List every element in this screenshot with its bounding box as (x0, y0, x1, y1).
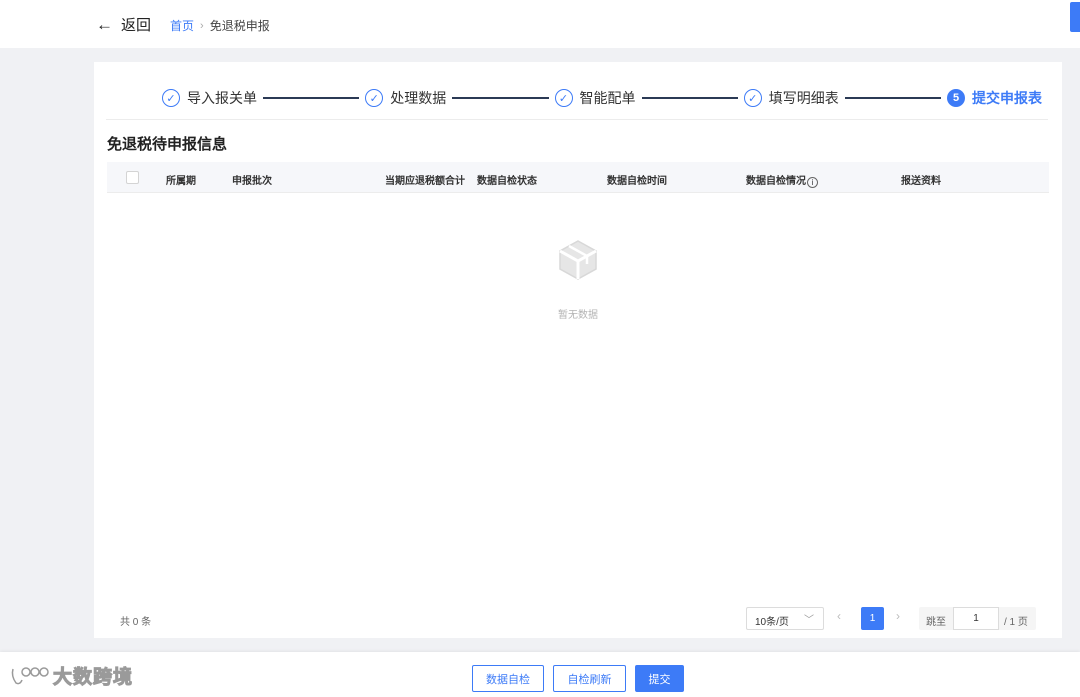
info-icon[interactable]: i (807, 177, 818, 188)
empty-text: 暂无数据 (558, 310, 598, 321)
bottom-action-bar: 大数跨境 数据自检 自检刷新 提交 (0, 652, 1080, 697)
page-number-current[interactable]: 1 (861, 607, 884, 630)
check-circle-icon: ✓ (743, 89, 762, 107)
step-label: 处理数据 (390, 90, 447, 106)
section-title: 免退税待申报信息 (107, 136, 228, 153)
column-header: 数据自检情况 (746, 176, 806, 187)
main-card: ✓ 导入报关单 ✓ 处理数据 ✓ 智能配单 ✓ 填写明细表 5 提交申报表 免退… (94, 62, 1062, 638)
divider (106, 119, 1048, 120)
step-connector (844, 97, 941, 99)
breadcrumb-current: 免退税申报 (209, 19, 270, 33)
jump-to-page: 跳至 1 / 1 页 (919, 607, 1036, 630)
back-label: 返回 (121, 17, 152, 34)
column-header: 报送资料 (901, 176, 941, 187)
step-label: 填写明细表 (768, 90, 839, 106)
column-header: 当期应退税额合计 (385, 176, 465, 187)
jump-page-input[interactable]: 1 (953, 607, 999, 630)
step-label: 导入报关单 (187, 90, 257, 106)
jump-label: 跳至 (926, 617, 946, 628)
column-header: 申报批次 (232, 176, 272, 187)
table-header: 所属期 申报批次 当期应退税额合计 数据自检状态 数据自检时间 数据自检情况 i … (107, 162, 1049, 193)
check-circle-icon: ✓ (365, 89, 384, 107)
empty-state: 暂无数据 (534, 238, 622, 321)
page-size-value: 10条/页 (755, 617, 789, 628)
step-label: 智能配单 (579, 90, 636, 106)
watermark-text: 大数跨境 (52, 667, 134, 689)
self-check-button[interactable]: 数据自检 (472, 665, 544, 692)
empty-box-icon (559, 240, 597, 280)
total-pages: / 1 页 (1004, 617, 1028, 628)
breadcrumb: 首页 › 免退税申报 (170, 17, 270, 34)
corner-logo-icon (1070, 2, 1080, 32)
chevron-down-icon: ﹀ (804, 615, 814, 626)
refresh-check-button[interactable]: 自检刷新 (553, 665, 626, 692)
step-label: 提交申报表 (972, 90, 1042, 106)
prev-page-icon[interactable]: ‹ (837, 609, 841, 623)
column-header: 所属期 (166, 176, 196, 187)
column-header-with-info: 数据自检情况 i (746, 172, 818, 188)
column-header: 数据自检状态 (477, 176, 537, 187)
step-3: ✓ 智能配单 (554, 88, 636, 108)
step-1: ✓ 导入报关单 (162, 88, 257, 108)
step-connector (263, 97, 360, 99)
top-bar: ← 返回 首页 › 免退税申报 (0, 0, 1080, 48)
watermark-logo-icon (11, 666, 49, 684)
step-connector (452, 97, 549, 99)
chevron-right-icon: › (200, 19, 204, 32)
step-connector (641, 97, 738, 99)
page-size-select[interactable]: 10条/页 ﹀ (746, 607, 824, 630)
select-all-checkbox[interactable] (126, 171, 139, 184)
total-count: 共 0 条 (120, 617, 152, 628)
check-circle-icon: ✓ (554, 89, 573, 107)
column-header: 数据自检时间 (607, 176, 667, 187)
step-progress: ✓ 导入报关单 ✓ 处理数据 ✓ 智能配单 ✓ 填写明细表 5 提交申报表 (162, 87, 1042, 109)
breadcrumb-home[interactable]: 首页 (170, 17, 194, 34)
watermark: 大数跨境 (9, 662, 133, 689)
arrow-left-icon: ← (96, 14, 113, 34)
check-circle-icon: ✓ (162, 89, 180, 107)
next-page-icon[interactable]: › (896, 609, 900, 623)
step-number-icon: 5 (947, 89, 965, 107)
step-4: ✓ 填写明细表 (743, 88, 839, 108)
step-5: 5 提交申报表 (947, 88, 1042, 108)
back-button[interactable]: ← 返回 (96, 14, 151, 35)
submit-button[interactable]: 提交 (635, 665, 684, 692)
step-2: ✓ 处理数据 (365, 88, 446, 108)
